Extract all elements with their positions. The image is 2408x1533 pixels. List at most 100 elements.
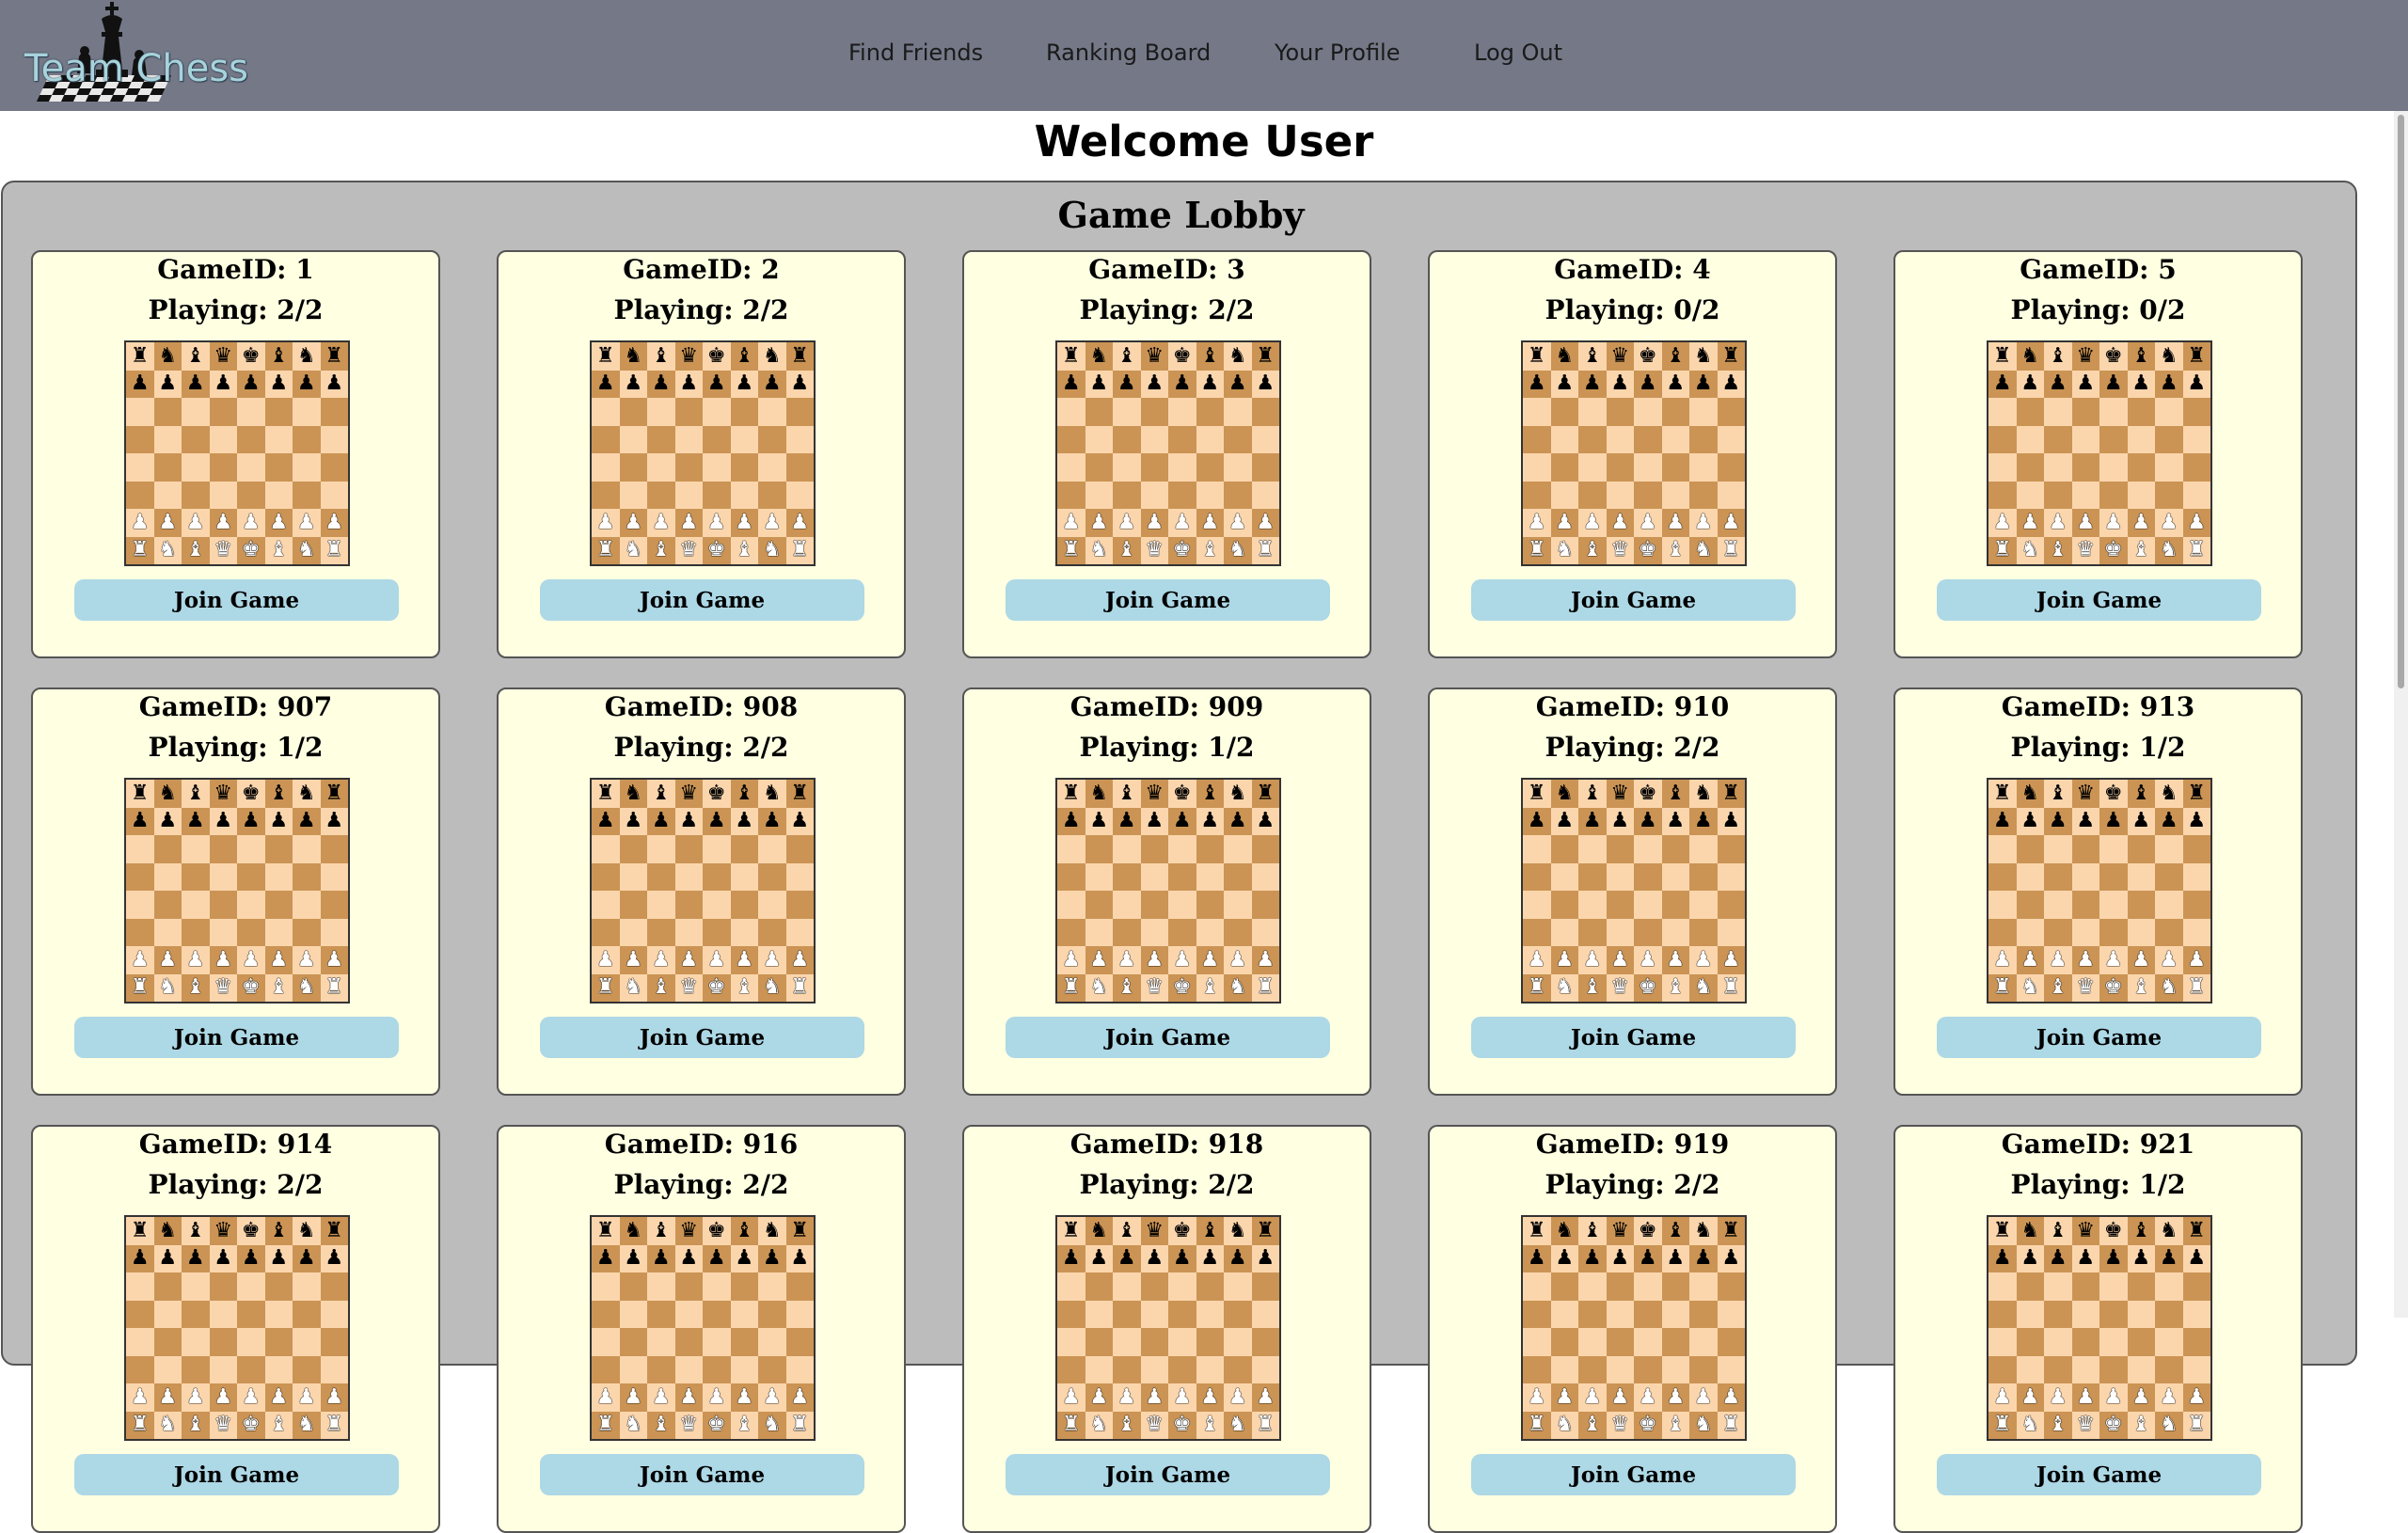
- chess-piece-icon: ♝: [1196, 536, 1224, 564]
- page-scrollbar[interactable]: [2394, 111, 2408, 1318]
- chess-piece-icon: ♟: [1689, 370, 1718, 398]
- chess-piece-icon: ♟: [1606, 370, 1634, 398]
- chess-piece-icon: ♟: [758, 946, 786, 974]
- board-square: [1988, 425, 2017, 453]
- board-square: [1550, 1355, 1578, 1383]
- board-square: [182, 891, 210, 919]
- board-square: [1057, 1355, 1085, 1383]
- board-square: [1085, 1300, 1113, 1328]
- board-square: [592, 835, 620, 863]
- board-square: [1717, 453, 1745, 482]
- chess-piece-icon: ♚: [2099, 973, 2128, 1002]
- board-square: [2127, 453, 2155, 482]
- chess-piece-icon: ♟: [674, 509, 703, 537]
- join-game-button[interactable]: Join Game: [1937, 579, 2261, 621]
- board-square: [1224, 1355, 1252, 1383]
- join-game-button[interactable]: Join Game: [540, 1454, 864, 1495]
- join-game-button[interactable]: Join Game: [1471, 579, 1796, 621]
- chess-piece-icon: ♝: [647, 1217, 675, 1245]
- chess-piece-icon: ♟: [619, 1244, 647, 1272]
- game-card: GameID: 918 Playing: 2/2 ♜ ♞ ♝ ♛ ♚ ♝ ♞ ♜ ♟ ♟ ♟ ♟ ♟ ♟ ♟ ♟ ♟…: [962, 1125, 1371, 1533]
- board-square: [1634, 1272, 1662, 1301]
- board-square: [126, 1272, 154, 1301]
- board-square: [758, 425, 786, 453]
- chess-piece-icon: ♞: [2016, 973, 2044, 1002]
- chess-piece-icon: ♟: [1661, 1383, 1689, 1412]
- chess-piece-icon: ♝: [1578, 973, 1607, 1002]
- chess-piece-icon: ♚: [1634, 780, 1662, 808]
- board-square: [703, 1272, 731, 1301]
- board-square: [619, 1328, 647, 1356]
- board-square: [293, 862, 321, 891]
- nav-find-friends[interactable]: Find Friends: [848, 40, 983, 66]
- board-square: [237, 425, 265, 453]
- chess-piece-icon: ♞: [1085, 342, 1113, 371]
- join-game-button[interactable]: Join Game: [540, 1017, 864, 1058]
- board-square: [785, 453, 814, 482]
- chess-piece-icon: ♟: [320, 1383, 348, 1412]
- chess-piece-icon: ♛: [209, 1411, 237, 1439]
- board-square: [293, 1328, 321, 1356]
- board-square: [1085, 862, 1113, 891]
- chess-piece-icon: ♟: [1140, 1244, 1168, 1272]
- board-square: [182, 453, 210, 482]
- nav-ranking-board[interactable]: Ranking Board: [1046, 40, 1211, 66]
- chess-piece-icon: ♞: [153, 536, 182, 564]
- chess-piece-icon: ♟: [1988, 807, 2017, 835]
- chess-piece-icon: ♟: [1661, 509, 1689, 537]
- join-game-button[interactable]: Join Game: [1006, 1017, 1330, 1058]
- board-square: [703, 425, 731, 453]
- chess-piece-icon: ♟: [1717, 1244, 1745, 1272]
- board-square: [1140, 918, 1168, 946]
- chess-piece-icon: ♟: [1196, 1383, 1224, 1412]
- logo-text[interactable]: Team Chess: [24, 47, 248, 90]
- chess-piece-icon: ♝: [2127, 973, 2155, 1002]
- join-game-button[interactable]: Join Game: [1006, 579, 1330, 621]
- board-square: [320, 862, 348, 891]
- chess-piece-icon: ♚: [1634, 342, 1662, 371]
- board-square: [2155, 1328, 2183, 1356]
- game-id-label: GameID: 916: [604, 1129, 799, 1160]
- board-square: [1251, 1272, 1279, 1301]
- chess-piece-icon: ♟: [1224, 1244, 1252, 1272]
- chess-piece-icon: ♜: [1717, 1217, 1745, 1245]
- board-square: [1523, 1328, 1551, 1356]
- chess-piece-icon: ♟: [619, 509, 647, 537]
- chess-piece-icon: ♛: [209, 780, 237, 808]
- nav-your-profile[interactable]: Your Profile: [1275, 40, 1401, 66]
- nav-log-out[interactable]: Log Out: [1474, 40, 1562, 66]
- join-game-button[interactable]: Join Game: [540, 579, 864, 621]
- board-square: [2182, 862, 2210, 891]
- game-card: GameID: 913 Playing: 1/2 ♜ ♞ ♝ ♛ ♚ ♝ ♞ ♜ ♟ ♟ ♟ ♟ ♟ ♟ ♟ ♟ ♟…: [1893, 687, 2303, 1096]
- chess-piece-icon: ♟: [1717, 509, 1745, 537]
- join-game-button[interactable]: Join Game: [74, 579, 399, 621]
- join-game-button[interactable]: Join Game: [74, 1017, 399, 1058]
- join-game-button[interactable]: Join Game: [1471, 1454, 1796, 1495]
- join-game-button[interactable]: Join Game: [1937, 1017, 2261, 1058]
- chess-piece-icon: ♞: [2155, 1217, 2183, 1245]
- chess-piece-icon: ♟: [1550, 1383, 1578, 1412]
- chess-piece-icon: ♟: [2044, 1383, 2072, 1412]
- chess-piece-icon: ♟: [674, 1383, 703, 1412]
- board-square: [1689, 453, 1718, 482]
- chess-piece-icon: ♛: [674, 780, 703, 808]
- join-game-button[interactable]: Join Game: [1471, 1017, 1796, 1058]
- chess-piece-icon: ♟: [592, 1244, 620, 1272]
- join-game-button[interactable]: Join Game: [1937, 1454, 2261, 1495]
- board-square: [1578, 862, 1607, 891]
- chess-piece-icon: ♟: [758, 1383, 786, 1412]
- chess-piece-icon: ♟: [2182, 1383, 2210, 1412]
- scrollbar-thumb[interactable]: [2398, 115, 2404, 688]
- board-square: [785, 862, 814, 891]
- board-square: [1085, 1328, 1113, 1356]
- join-game-button[interactable]: Join Game: [74, 1454, 399, 1495]
- join-game-button[interactable]: Join Game: [1006, 1454, 1330, 1495]
- board-square: [153, 1300, 182, 1328]
- chess-piece-icon: ♞: [1224, 536, 1252, 564]
- chess-piece-icon: ♜: [126, 973, 154, 1002]
- chess-piece-icon: ♞: [2155, 973, 2183, 1002]
- board-square: [264, 1328, 293, 1356]
- board-square: [1634, 862, 1662, 891]
- chess-piece-icon: ♚: [237, 342, 265, 371]
- board-square: [1251, 1328, 1279, 1356]
